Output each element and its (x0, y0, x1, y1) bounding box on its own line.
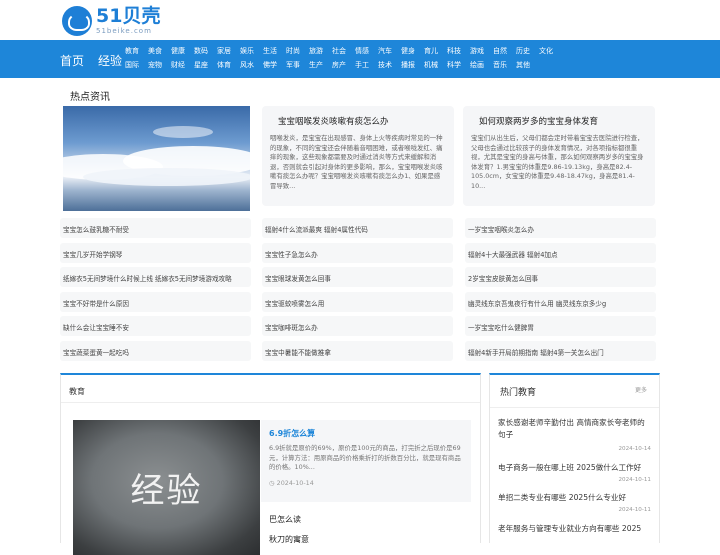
more-link[interactable]: 更多 (635, 385, 647, 394)
item-date: 2024-10-14 (618, 446, 651, 452)
list-item[interactable]: 宝宝中暑能不能做推拿 (262, 340, 453, 361)
nav-category[interactable]: 绘画 (470, 60, 484, 70)
list-item[interactable]: 宝宝蔬菜蛋黄一起吃吗 (60, 340, 251, 361)
featured-article-summary: 6.9折就是原价的69%，原价是100元的商品，打完折之后现价是69元，计算方法… (269, 444, 461, 472)
list-item[interactable]: 一岁宝宝咽喉炎怎么办 (465, 218, 656, 238)
main-nav: 首页 经验 教育 美食 健康 数码 家居 娱乐 生活 时尚 旅游 社会 情感 汽… (0, 40, 720, 78)
nav-category[interactable]: 家居 (217, 46, 231, 56)
list-item[interactable]: 宝宝怎么鼓乳糖不耐受 (60, 218, 251, 238)
hot-card[interactable]: 宝宝咽喉发炎咳嗽有痰怎么办 咽喉发炎，是宝宝在出现感冒、身体上火等疾病时常见的一… (262, 106, 454, 206)
item-date: 2024-10-11 (618, 477, 651, 483)
nav-category[interactable]: 游戏 (470, 46, 484, 56)
hot-card-summary: 宝宝们从出生后，父母们都会定时带着宝宝去医院进行检查，父母也会通过比较孩子的身体… (471, 134, 644, 190)
nav-category[interactable]: 社会 (332, 46, 346, 56)
nav-category[interactable]: 音乐 (493, 60, 507, 70)
nav-category[interactable]: 健身 (401, 46, 415, 56)
site-header: 51贝壳 51beike.com (0, 0, 720, 40)
list-item[interactable]: 一岁宝宝吃什么健脾胃 (465, 316, 656, 337)
hot-list-col-3: 一岁宝宝咽喉炎怎么办 辐射4十大最强武器 辐射4加点 2岁宝宝皮肤黄怎么回事 幽… (465, 218, 656, 366)
nav-experience[interactable]: 经验 (98, 52, 122, 69)
list-item[interactable]: 幽灵线东京吾鬼夜行有什么用 幽灵线东京多少g (465, 291, 656, 312)
nav-category[interactable]: 播报 (401, 60, 415, 70)
nav-category[interactable]: 星座 (194, 60, 208, 70)
list-item[interactable]: 宝宝性子急怎么办 (262, 242, 453, 263)
hot-list-col-1: 宝宝怎么鼓乳糖不耐受 宝宝几岁开始学钢琴 纸嫁衣5无间梦境什么时候上线 纸嫁衣5… (60, 218, 251, 366)
featured-article-date: ◷ 2024-10-14 (269, 479, 463, 487)
nav-category[interactable]: 时尚 (286, 46, 300, 56)
shell-logo-icon (62, 6, 92, 36)
hot-card-title[interactable]: 宝宝咽喉发炎咳嗽有痰怎么办 (278, 115, 446, 127)
list-item[interactable]: 宝宝几岁开始学钢琴 (60, 242, 251, 263)
nav-category[interactable]: 财经 (171, 60, 185, 70)
site-name: 51贝壳 (96, 5, 161, 27)
list-item[interactable]: 纸嫁衣5无间梦境什么时候上线 纸嫁衣5无间梦境游戏攻略 (60, 267, 251, 288)
hot-education-panel: 热门教育 更多 家长感谢老师辛勤付出 高情商家长夸老师的句子 2024-10-1… (489, 373, 660, 543)
hot-education-item[interactable]: 老年服务与管理专业就业方向有哪些 2025 (498, 523, 663, 535)
nav-category[interactable]: 健康 (171, 46, 185, 56)
nav-category[interactable]: 体育 (217, 60, 231, 70)
hot-card-title[interactable]: 如何观察两岁多的宝宝身体发育 (479, 115, 647, 127)
site-url: 51beike.com (96, 27, 152, 35)
nav-category[interactable]: 风水 (240, 60, 254, 70)
hot-card[interactable]: 如何观察两岁多的宝宝身体发育 宝宝们从出生后，父母们都会定时带着宝宝去医院进行检… (463, 106, 655, 206)
hot-education-item[interactable]: 单招二类专业有哪些 2025什么专业好 (498, 492, 650, 504)
hot-news-title: 热点资讯 (70, 92, 110, 103)
nav-category[interactable]: 娱乐 (240, 46, 254, 56)
list-item[interactable]: 辐射4新手开局前期指南 辐射4第一关怎么出门 (465, 340, 656, 361)
education-panel: 教育 经验 6.9折怎么算 6.9折就是原价的69%，原价是100元的商品，打完… (60, 373, 481, 555)
date-text: 2024-10-14 (276, 478, 314, 487)
item-date: 2024-10-11 (618, 507, 651, 513)
sky-clouds-image[interactable] (63, 106, 250, 211)
list-item[interactable]: 辐射4什么流派最爽 辐射4属性代码 (262, 218, 453, 238)
list-item[interactable]: 宝宝不好带是什么原因 (60, 291, 251, 312)
nav-category[interactable]: 美食 (148, 46, 162, 56)
nav-category[interactable]: 技术 (378, 60, 392, 70)
nav-category[interactable]: 数码 (194, 46, 208, 56)
nav-category[interactable]: 汽车 (378, 46, 392, 56)
hot-education-title: 热门教育 (500, 388, 537, 398)
nav-category[interactable]: 文化 (539, 46, 553, 56)
list-item[interactable]: 宝宝咖啡斑怎么办 (262, 316, 453, 337)
nav-category[interactable]: 生活 (263, 46, 277, 56)
hot-card-summary: 咽喉发炎，是宝宝在出现感冒、身体上火等疾病时常见的一种的现象，不同的宝宝还会伴随… (270, 134, 443, 190)
education-thumbnail[interactable]: 经验 (73, 420, 260, 555)
nav-category[interactable]: 情感 (355, 46, 369, 56)
nav-category[interactable]: 教育 (125, 46, 139, 56)
hot-education-item[interactable]: 家长感谢老师辛勤付出 高情商家长夸老师的句子 (498, 417, 650, 441)
nav-category[interactable]: 机械 (424, 60, 438, 70)
nav-home[interactable]: 首页 (60, 52, 84, 69)
nav-category[interactable]: 科学 (447, 60, 461, 70)
list-item[interactable]: 宝宝驱蚊喷雾怎么用 (262, 291, 453, 312)
nav-category[interactable]: 自然 (493, 46, 507, 56)
nav-category[interactable]: 房产 (332, 60, 346, 70)
hot-education-item[interactable]: 电子商务一般在哪上班 2025做什么工作好 (498, 462, 650, 474)
list-item[interactable]: 缺什么会让宝宝睡不安 (60, 316, 251, 337)
nav-category[interactable]: 历史 (516, 46, 530, 56)
nav-category[interactable]: 宠物 (148, 60, 162, 70)
site-logo[interactable]: 51贝壳 51beike.com (62, 6, 160, 36)
nav-category[interactable]: 其他 (516, 60, 530, 70)
nav-category[interactable]: 科技 (447, 46, 461, 56)
nav-category-row-1: 教育 美食 健康 数码 家居 娱乐 生活 时尚 旅游 社会 情感 汽车 健身 育… (125, 46, 562, 56)
thumbnail-text: 经验 (130, 471, 203, 511)
list-item[interactable]: 辐射4十大最强武器 辐射4加点 (465, 242, 656, 263)
featured-article-title[interactable]: 6.9折怎么算 (269, 428, 463, 439)
nav-category[interactable]: 国际 (125, 60, 139, 70)
nav-category[interactable]: 军事 (286, 60, 300, 70)
list-item[interactable]: 宝宝眼球发黄怎么回事 (262, 267, 453, 288)
nav-category[interactable]: 生产 (309, 60, 323, 70)
article-link[interactable]: 巴怎么读 (269, 514, 301, 525)
education-title: 教育 (61, 375, 480, 403)
list-item[interactable]: 2岁宝宝皮肤黄怎么回事 (465, 267, 656, 288)
featured-article[interactable]: 6.9折怎么算 6.9折就是原价的69%，原价是100元的商品，打完折之后现价是… (261, 420, 471, 502)
nav-category[interactable]: 手工 (355, 60, 369, 70)
nav-category[interactable]: 育儿 (424, 46, 438, 56)
nav-category-row-2: 国际 宠物 财经 星座 体育 风水 佛学 军事 生产 房产 手工 技术 播报 机… (125, 60, 539, 70)
nav-category[interactable]: 旅游 (309, 46, 323, 56)
clock-icon: ◷ (269, 478, 275, 487)
hot-list-col-2: 辐射4什么流派最爽 辐射4属性代码 宝宝性子急怎么办 宝宝眼球发黄怎么回事 宝宝… (262, 218, 453, 366)
nav-category[interactable]: 佛学 (263, 60, 277, 70)
